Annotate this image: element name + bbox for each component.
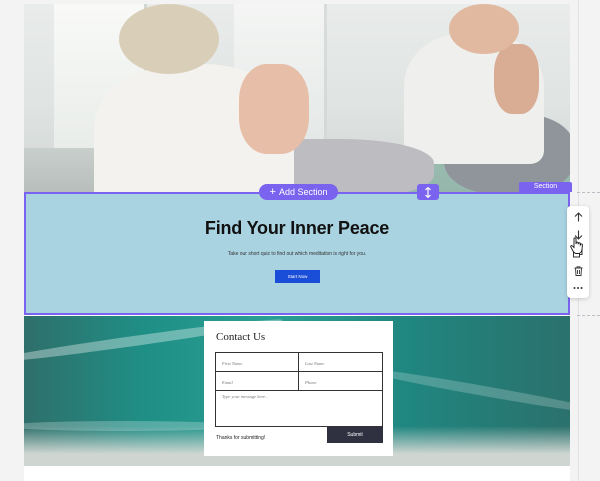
section-bottom-guide [577,315,600,316]
last-name-input[interactable] [298,352,383,372]
section-resize-handle[interactable] [417,184,439,200]
more-icon [573,287,583,289]
contact-form: Contact Us Thanks for submitting! Submit [204,321,393,456]
plus-icon: + [269,185,276,198]
selected-section[interactable]: Find Your Inner Peace Take our short qui… [24,192,570,315]
hand-cursor-icon [570,237,583,254]
contact-title: Contact Us [216,331,266,343]
add-section-label: Add Section [278,187,328,197]
man-head [449,4,519,54]
section-heading: Find Your Inner Peace [204,218,390,238]
arrow-up-icon [574,212,582,222]
move-up-button[interactable] [567,209,589,225]
delete-button[interactable] [567,263,589,279]
email-input[interactable] [215,371,299,391]
woman-hands [239,64,309,154]
section-top-guide [577,192,600,193]
trash-icon [574,266,582,276]
section-tag: Section [519,182,572,192]
thanks-message: Thanks for submitting! [216,435,266,441]
hero-image[interactable] [24,4,570,192]
start-now-button[interactable]: Start Now [275,270,320,283]
man-hands [494,44,539,114]
first-name-input[interactable] [215,352,299,372]
vertical-resize-icon [425,186,431,198]
message-textarea[interactable] [215,390,383,427]
phone-input[interactable] [298,371,383,391]
more-actions-button[interactable] [567,280,589,296]
add-section-button[interactable]: + Add Section [259,184,338,200]
section-subtitle: Take our short quiz to find out which me… [227,251,367,257]
woman-head [119,4,219,74]
submit-button[interactable]: Submit [327,427,383,443]
